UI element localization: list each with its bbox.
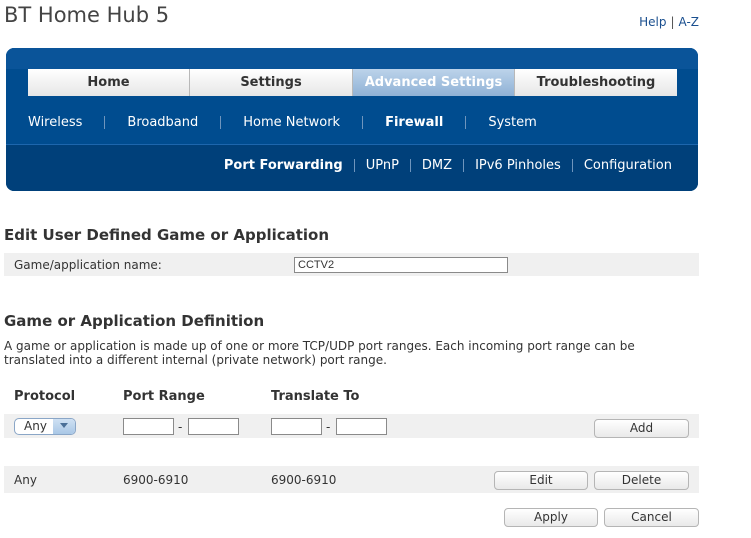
select-arrow-box xyxy=(53,419,75,434)
firewall-sub-nav: Port Forwarding UPnP DMZ IPv6 Pinholes C… xyxy=(224,158,672,173)
tab-advanced-settings[interactable]: Advanced Settings xyxy=(353,69,515,96)
name-row: Game/application name: xyxy=(4,253,699,276)
translate-to-header: Translate To xyxy=(271,389,360,404)
name-input[interactable] xyxy=(294,257,508,273)
page-title: BT Home Hub 5 xyxy=(4,3,170,27)
row-port-range: 6900-6910 xyxy=(123,473,189,487)
chevron-down-icon xyxy=(60,423,68,428)
cancel-button[interactable]: Cancel xyxy=(604,508,699,527)
port-range-start-input[interactable] xyxy=(123,418,174,435)
sub-nav-divider xyxy=(220,115,222,129)
edit-button[interactable]: Edit xyxy=(494,471,588,490)
delete-button[interactable]: Delete xyxy=(594,471,689,490)
name-label: Game/application name: xyxy=(14,258,162,272)
definition-description: A game or application is made up of one … xyxy=(4,339,635,367)
sub-nav-port-forwarding[interactable]: Port Forwarding xyxy=(224,158,343,173)
apply-button[interactable]: Apply xyxy=(504,508,598,527)
port-range-header: Port Range xyxy=(123,389,205,404)
sub-nav-broadband[interactable]: Broadband xyxy=(127,115,198,130)
sub-nav-home-network[interactable]: Home Network xyxy=(243,115,340,130)
port-range-end-input[interactable] xyxy=(188,418,239,435)
sub-nav-divider xyxy=(353,159,355,172)
protocol-header: Protocol xyxy=(14,389,76,404)
port-range-dash: - xyxy=(178,420,183,434)
sub-nav-firewall[interactable]: Firewall xyxy=(385,115,443,130)
table-row: Any 6900-6910 6900-6910 Edit Delete xyxy=(4,466,699,493)
tab-settings[interactable]: Settings xyxy=(190,69,353,96)
help-link[interactable]: Help xyxy=(639,15,666,29)
advanced-sub-nav: Wireless Broadband Home Network Firewall… xyxy=(28,112,537,132)
navigation-panel: Home Settings Advanced Settings Troubles… xyxy=(6,48,698,191)
spacer-row xyxy=(4,438,699,466)
row-protocol: Any xyxy=(14,473,37,487)
sub-nav-divider xyxy=(571,159,573,172)
tab-home[interactable]: Home xyxy=(28,69,190,96)
row-translate-to: 6900-6910 xyxy=(271,473,337,487)
add-button[interactable]: Add xyxy=(594,419,689,438)
sub-nav-wireless[interactable]: Wireless xyxy=(28,115,82,130)
nav-top-strip xyxy=(6,48,698,69)
sub-nav-system[interactable]: System xyxy=(488,115,536,130)
firewall-sub-nav-bar: Port Forwarding UPnP DMZ IPv6 Pinholes C… xyxy=(6,144,698,191)
translate-start-input[interactable] xyxy=(271,418,322,435)
sub-nav-dmz[interactable]: DMZ xyxy=(422,158,452,173)
sub-nav-divider xyxy=(465,115,467,129)
protocol-select-value: Any xyxy=(24,419,47,433)
sub-nav-divider xyxy=(463,159,465,172)
edit-section-title: Edit User Defined Game or Application xyxy=(4,226,330,244)
tab-troubleshooting[interactable]: Troubleshooting xyxy=(515,69,677,96)
az-link[interactable]: A-Z xyxy=(679,15,700,29)
help-links: Help | A-Z xyxy=(639,15,699,29)
link-separator: | xyxy=(670,15,675,29)
sub-nav-divider xyxy=(409,159,411,172)
translate-dash: - xyxy=(326,420,331,434)
sub-nav-divider xyxy=(362,115,364,129)
main-tabs: Home Settings Advanced Settings Troubles… xyxy=(28,69,677,96)
definition-section-title: Game or Application Definition xyxy=(4,312,265,330)
entry-row: Any - - Add xyxy=(4,414,699,438)
sub-nav-ipv6-pinholes[interactable]: IPv6 Pinholes xyxy=(475,158,561,173)
protocol-select[interactable]: Any xyxy=(14,418,76,435)
sub-nav-upnp[interactable]: UPnP xyxy=(366,158,399,173)
sub-nav-divider xyxy=(104,115,106,129)
translate-end-input[interactable] xyxy=(336,418,387,435)
sub-nav-configuration[interactable]: Configuration xyxy=(584,158,672,173)
